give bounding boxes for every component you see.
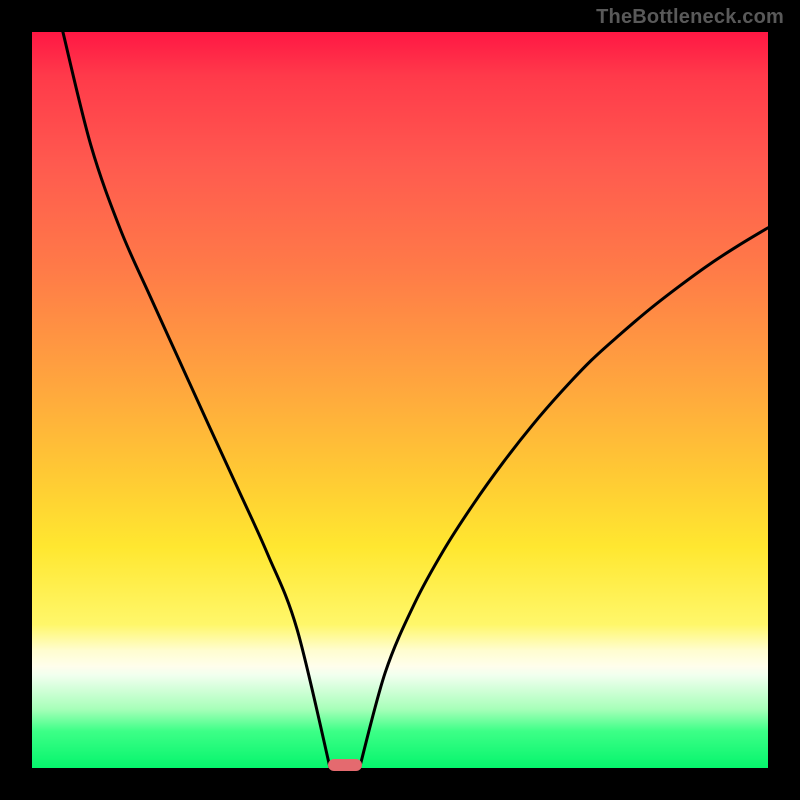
watermark-text: TheBottleneck.com — [596, 6, 784, 29]
bottleneck-curve — [32, 32, 768, 768]
chart-frame: TheBottleneck.com — [0, 0, 800, 800]
curve-left-branch — [63, 32, 330, 768]
optimum-marker — [328, 759, 362, 771]
curve-right-branch — [360, 228, 768, 768]
